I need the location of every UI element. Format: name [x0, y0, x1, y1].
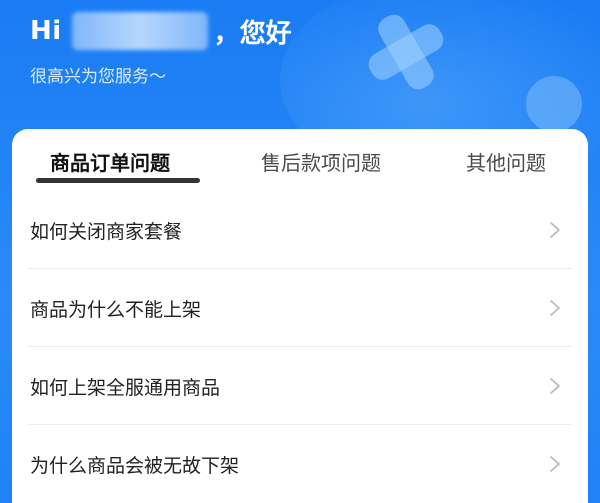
faq-card: 商品订单问题 售后款项问题 其他问题 如何关闭商家套餐 商品为什么不能上架 如何… [12, 129, 588, 503]
question-item-delisted-without-reason[interactable]: 为什么商品会被无故下架 [28, 425, 572, 502]
tab-order-questions[interactable]: 商品订单问题 [50, 147, 170, 176]
greeting-prefix: Hi [30, 16, 62, 46]
greeting-subtitle: 很高兴为您服务～ [30, 67, 166, 87]
question-item-cannot-list[interactable]: 商品为什么不能上架 [28, 269, 572, 347]
question-label: 商品为什么不能上架 [30, 299, 202, 321]
chevron-right-icon [550, 300, 560, 316]
faq-tabs: 商品订单问题 售后款项问题 其他问题 [12, 129, 588, 187]
chevron-right-icon [550, 378, 560, 394]
decorative-circle-icon [526, 76, 582, 132]
active-tab-indicator [36, 178, 200, 183]
question-label: 如何关闭商家套餐 [30, 221, 183, 243]
chevron-right-icon [550, 222, 560, 238]
masked-username [71, 12, 208, 50]
greeting-title: Hi ，您好 [30, 12, 292, 50]
greeting-suffix: ，您好 [213, 18, 292, 49]
question-label: 如何上架全服通用商品 [30, 377, 221, 399]
chevron-right-icon [550, 456, 560, 472]
question-item-close-package[interactable]: 如何关闭商家套餐 [28, 191, 572, 269]
help-center-page: Hi ，您好 很高兴为您服务～ 商品订单问题 售后款项问题 其他问题 如何关闭商… [0, 0, 600, 503]
tab-other-questions[interactable]: 其他问题 [466, 147, 546, 176]
question-label: 为什么商品会被无故下架 [30, 455, 240, 477]
question-list: 如何关闭商家套餐 商品为什么不能上架 如何上架全服通用商品 为什么商品会被无故下… [12, 191, 588, 502]
question-item-list-universal-product[interactable]: 如何上架全服通用商品 [28, 347, 572, 425]
tab-after-sales-questions[interactable]: 售后款项问题 [261, 147, 381, 176]
